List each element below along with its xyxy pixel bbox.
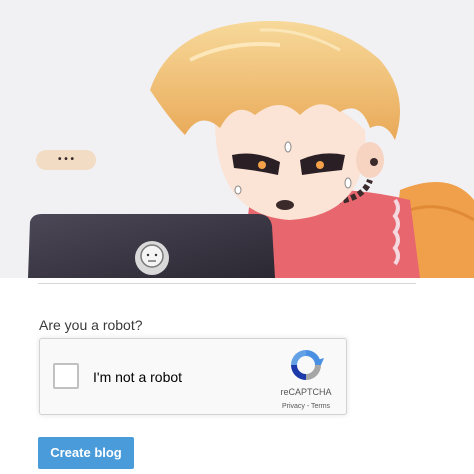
robot-question: Are you a robot? [39, 317, 143, 333]
divider [38, 283, 416, 284]
recaptcha-logo-icon [291, 350, 324, 380]
recaptcha-checkbox[interactable] [53, 363, 79, 389]
create-blog-button[interactable]: Create blog [38, 437, 134, 469]
page: • • • Are you a robot? I'm not a robot r… [0, 0, 474, 474]
illustration-image: • • • [0, 0, 474, 278]
recaptcha-checkbox-label[interactable]: I'm not a robot [93, 368, 182, 386]
terms-link[interactable]: Terms [311, 403, 330, 410]
recaptcha-brand: reCAPTCHA [280, 387, 332, 397]
privacy-link[interactable]: Privacy [282, 403, 305, 410]
recaptcha-links: Privacy - Terms [272, 402, 340, 411]
recaptcha-widget: I'm not a robot reCAPTCHA Privacy - Term… [39, 338, 347, 415]
speech-bubble-text: • • • [57, 154, 75, 165]
